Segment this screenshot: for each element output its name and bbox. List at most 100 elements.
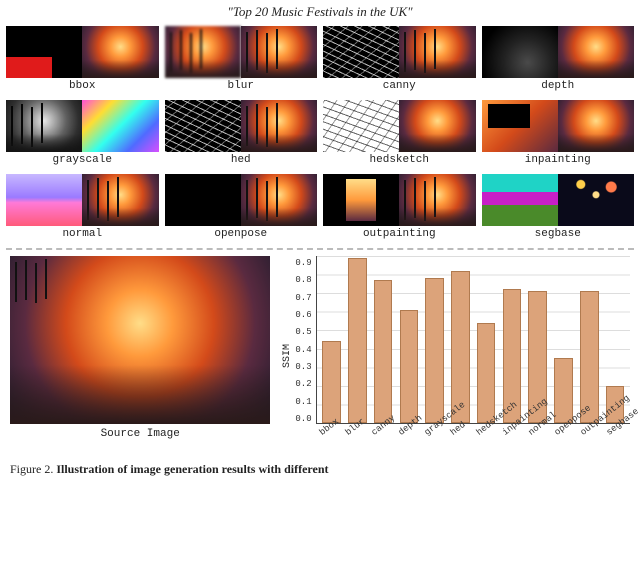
output-thumb — [241, 100, 317, 152]
thumb-pair — [323, 26, 476, 78]
bar-openpose — [554, 358, 573, 423]
condition-label: blur — [228, 78, 254, 96]
xlabel: hed — [449, 418, 484, 455]
output-thumb — [82, 174, 158, 226]
bar-blur — [348, 258, 367, 423]
ytick: 0.3 — [295, 362, 311, 372]
output-thumb — [558, 174, 634, 226]
source-image-label: Source Image — [101, 424, 180, 440]
xlabel: canny — [370, 418, 405, 455]
ytick: 0.6 — [295, 310, 311, 320]
control-thumb — [165, 174, 241, 226]
source-image-wrap: Source Image — [10, 256, 270, 456]
condition-cell-depth: depth — [482, 26, 635, 96]
ytick: 0.4 — [295, 345, 311, 355]
output-thumb — [558, 26, 634, 78]
chart-yaxis: 0.9 0.8 0.7 0.6 0.5 0.4 0.3 0.2 0.1 0.0 — [295, 256, 315, 456]
section-divider — [6, 248, 634, 250]
thumb-pair — [482, 174, 635, 226]
thumb-pair — [482, 100, 635, 152]
caption-prefix: Figure 2. — [10, 462, 56, 476]
condition-cell-grayscale: grayscale — [6, 100, 159, 170]
xlabel: outpainting — [579, 418, 614, 455]
thumb-pair — [6, 174, 159, 226]
control-thumb — [323, 100, 399, 152]
condition-label: outpainting — [363, 226, 436, 244]
condition-cell-normal: normal — [6, 174, 159, 244]
control-thumb — [323, 26, 399, 78]
ytick: 0.8 — [295, 275, 311, 285]
source-image — [10, 256, 270, 424]
bar-canny — [374, 280, 393, 423]
ytick: 0.1 — [295, 397, 311, 407]
bottom-row: Source Image SSIM 0.90.80.70.60.50.40.30… — [0, 256, 640, 456]
xlabel: blur — [344, 418, 379, 455]
ytick: 0.2 — [295, 379, 311, 389]
xlabel: normal — [527, 418, 562, 455]
ytick: 0.5 — [295, 327, 311, 337]
xlabel: grayscale — [422, 418, 457, 455]
chart-bars — [317, 256, 630, 423]
ytick: 0.7 — [295, 293, 311, 303]
condition-cell-bbox: bbox — [6, 26, 159, 96]
output-thumb — [82, 100, 158, 152]
thumb-pair — [165, 100, 318, 152]
xlabel: hedsketch — [475, 418, 510, 455]
xlabel: bbox — [318, 418, 353, 455]
condition-label: depth — [541, 78, 574, 96]
condition-label: bbox — [69, 78, 95, 96]
output-thumb — [399, 174, 475, 226]
output-thumb — [82, 26, 158, 78]
bar-bbox — [322, 341, 341, 423]
condition-cell-hedsketch: hedsketch — [323, 100, 476, 170]
control-thumb — [482, 100, 558, 152]
control-thumb — [482, 26, 558, 78]
xlabel: openpose — [553, 418, 588, 455]
bar-depth — [400, 310, 419, 423]
control-thumb — [6, 100, 82, 152]
output-thumb — [399, 100, 475, 152]
ssim-bar-chart: SSIM 0.90.80.70.60.50.40.30.20.10.0 bbox… — [280, 256, 630, 456]
thumb-pair — [482, 26, 635, 78]
condition-cell-openpose: openpose — [165, 174, 318, 244]
condition-label: hed — [231, 152, 251, 170]
condition-label: segbase — [535, 226, 581, 244]
output-thumb — [558, 100, 634, 152]
thumb-pair — [323, 174, 476, 226]
control-thumb — [6, 26, 82, 78]
condition-label: hedsketch — [370, 152, 429, 170]
ytick: 0.0 — [295, 414, 311, 424]
condition-grid: bbox blur canny depth grayscale hed hedsketch i… — [0, 26, 640, 244]
condition-label: grayscale — [53, 152, 112, 170]
bar-outpainting — [580, 291, 599, 423]
output-thumb — [241, 174, 317, 226]
xlabel: inpainting — [501, 418, 536, 455]
chart-xaxis: bboxblurcannydepthgrayscalehedhedsketchi… — [317, 423, 630, 455]
figure-caption: Figure 2. Illustration of image generati… — [0, 456, 640, 477]
output-thumb — [241, 26, 317, 78]
prompt-title: "Top 20 Music Festivals in the UK" — [0, 0, 640, 26]
bar-hedsketch — [477, 323, 496, 423]
caption-bold: Illustration of image generation results… — [56, 462, 328, 476]
control-thumb — [165, 100, 241, 152]
thumb-pair — [165, 26, 318, 78]
condition-label: inpainting — [525, 152, 591, 170]
output-thumb — [399, 26, 475, 78]
condition-cell-segbase: segbase — [482, 174, 635, 244]
condition-cell-inpainting: inpainting — [482, 100, 635, 170]
control-thumb — [482, 174, 558, 226]
thumb-pair — [6, 100, 159, 152]
chart-plot-area: bboxblurcannydepthgrayscalehedhedsketchi… — [316, 256, 630, 424]
ytick: 0.9 — [295, 258, 311, 268]
condition-label: normal — [62, 226, 102, 244]
condition-cell-canny: canny — [323, 26, 476, 96]
thumb-pair — [323, 100, 476, 152]
thumb-pair — [6, 26, 159, 78]
bar-grayscale — [425, 278, 444, 423]
condition-cell-hed: hed — [165, 100, 318, 170]
condition-label: canny — [383, 78, 416, 96]
thumb-pair — [165, 174, 318, 226]
condition-cell-outpainting: outpainting — [323, 174, 476, 244]
control-thumb — [323, 174, 399, 226]
condition-label: openpose — [214, 226, 267, 244]
